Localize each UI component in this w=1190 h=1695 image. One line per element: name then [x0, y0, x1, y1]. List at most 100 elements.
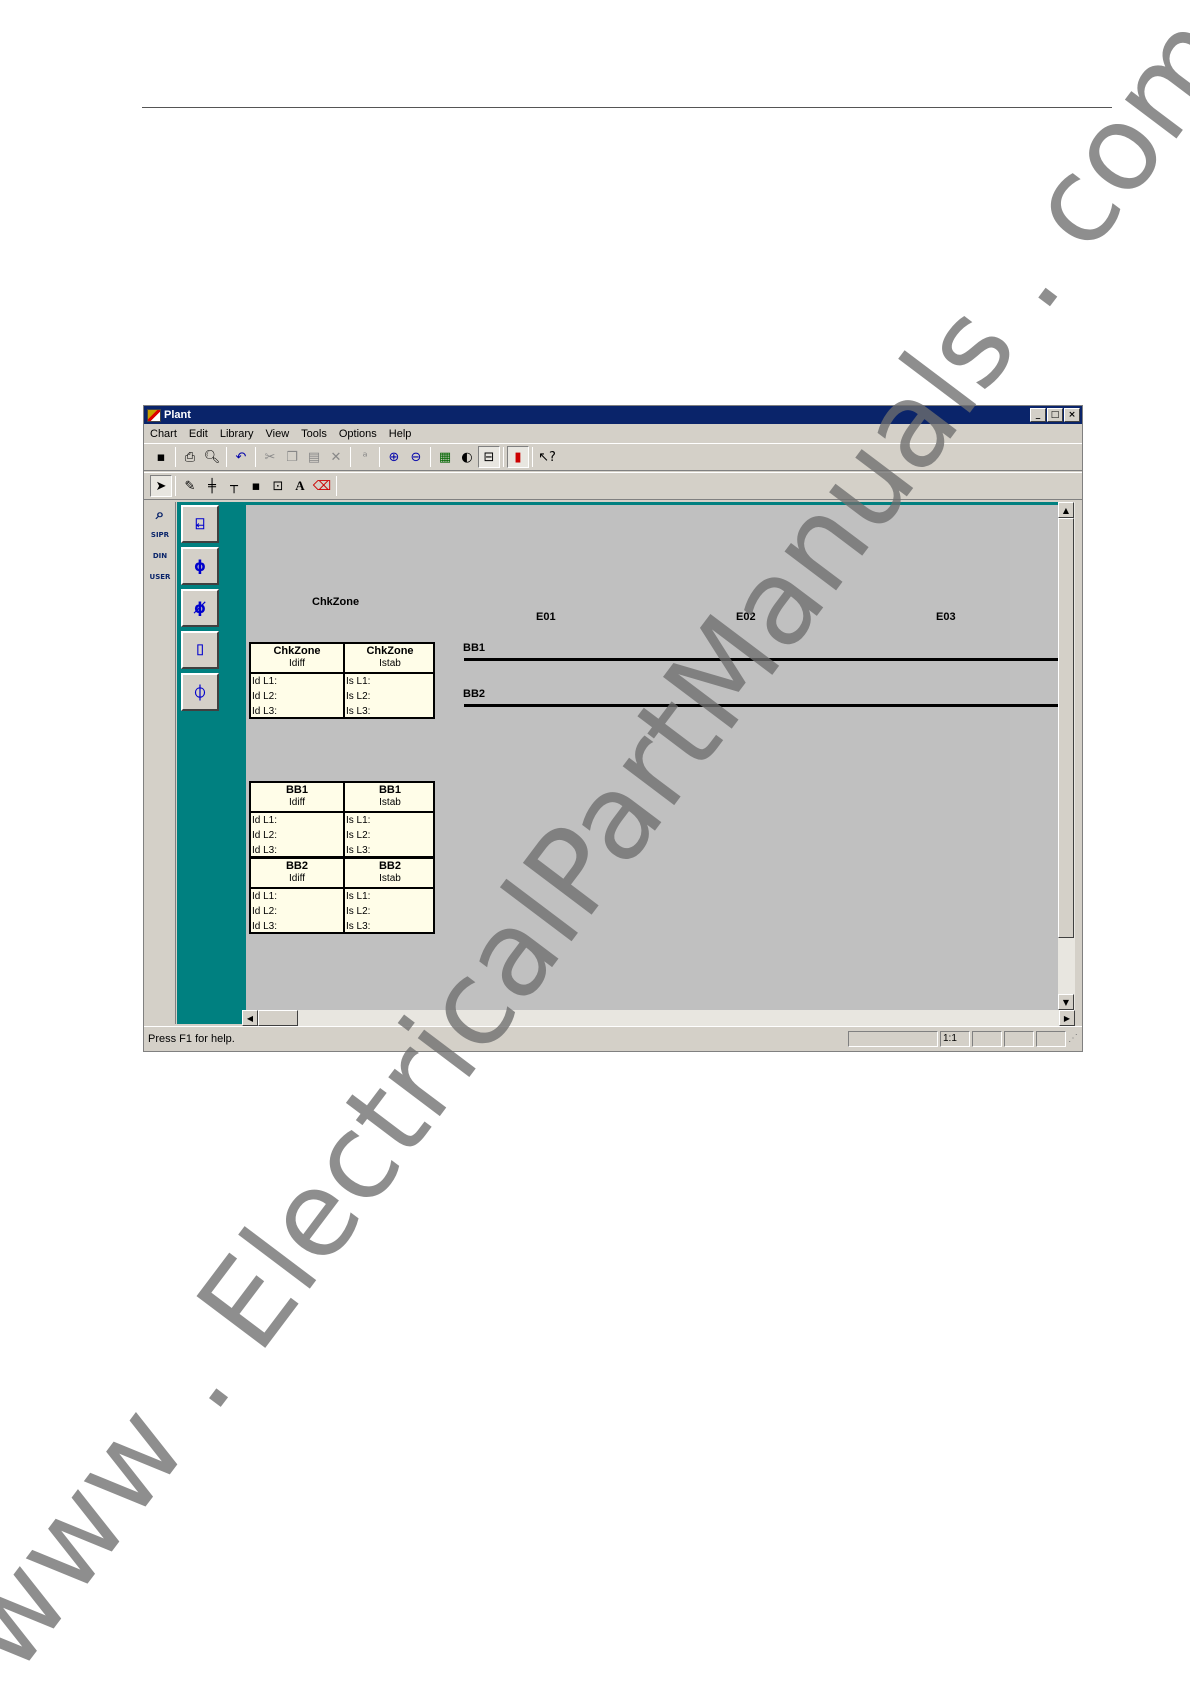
library-sipr[interactable]: SIPR [148, 526, 172, 544]
table-cell-idiff: BB1 Idiff Id L1: Id L2: Id L3: [251, 783, 343, 856]
table-row: Is L1: [346, 815, 371, 826]
table-row: Id L1: [252, 676, 278, 687]
scroll-right-icon[interactable]: ▶ [1059, 1010, 1075, 1026]
context-help-icon[interactable]: ↖? [536, 446, 558, 468]
zoom-in-icon[interactable]: ⊕ [383, 446, 405, 468]
menu-options[interactable]: Options [333, 428, 383, 440]
table-sub: Idiff [289, 658, 305, 669]
library-din[interactable]: DIN [148, 547, 172, 565]
busbar-label-bb1[interactable]: BB1 [463, 642, 485, 654]
chkzone-title: ChkZone [312, 596, 360, 608]
table-name: BB1 [378, 784, 401, 796]
table-cell-istab: BB1 Istab Is L1: Is L2: Is L3: [343, 783, 435, 856]
textbox-icon[interactable]: ⊡ [267, 475, 289, 497]
text-icon[interactable]: A [289, 475, 311, 497]
title-bar[interactable]: Plant _ □ × [144, 406, 1082, 424]
busbar-icon[interactable]: ╪ [201, 475, 223, 497]
app-icon [147, 408, 161, 422]
minimize-button[interactable]: _ [1030, 408, 1046, 422]
menu-library[interactable]: Library [214, 428, 260, 440]
standard-toolbar: ▪ ⎙ 🔍︎ ↶ ✂ ❐ ▤ ✕ ᵃ ⊕ ⊖ ▦ ◐ ⊟ ▮ ↖? [144, 443, 1082, 471]
status-pane [1004, 1030, 1034, 1047]
color-icon[interactable]: ▮ [507, 446, 529, 468]
feeder-label-e02[interactable]: E02 [736, 611, 756, 623]
undo-icon[interactable]: ↶ [230, 446, 252, 468]
table-sub: Istab [379, 873, 401, 884]
cut-icon[interactable]: ✂ [259, 446, 281, 468]
circuit-breaker-shape-icon[interactable]: ɸ [181, 547, 219, 585]
table-row: Id L2: [252, 830, 278, 841]
table-row: Is L3: [346, 921, 371, 932]
zoom-out-icon[interactable]: ⊖ [405, 446, 427, 468]
busbar-label-bb2[interactable]: BB2 [463, 688, 485, 700]
dot-icon[interactable]: ▪ [245, 475, 267, 497]
search-library-icon[interactable]: ⌕ [148, 505, 172, 523]
table-row: Id L1: [252, 815, 278, 826]
paste-icon[interactable]: ▤ [303, 446, 325, 468]
table-name: ChkZone [273, 645, 321, 657]
save-icon[interactable]: ▪ [150, 446, 172, 468]
measurement-table-bb1[interactable]: BB1 Idiff Id L1: Id L2: Id L3: BB1 Istab I… [249, 781, 435, 858]
table-row: Is L1: [346, 891, 371, 902]
menu-help[interactable]: Help [383, 428, 418, 440]
library-selector: ⌕ SIPR DIN USER [144, 502, 176, 1024]
library-user[interactable]: USER [148, 568, 172, 586]
status-bar: Press F1 for help. 1:1 ⋰ [144, 1026, 1082, 1050]
delete-icon[interactable]: ✕ [325, 446, 347, 468]
breaker-feeder-shape-icon[interactable]: ɸ̸ [181, 589, 219, 627]
copy-icon[interactable]: ❐ [281, 446, 303, 468]
feeder-label-e01[interactable]: E01 [536, 611, 556, 623]
scroll-down-icon[interactable]: ▼ [1058, 994, 1074, 1010]
pen-icon[interactable]: ✎ [179, 475, 201, 497]
table-cell-idiff: BB2 Idiff Id L1: Id L2: Id L3: [251, 859, 343, 932]
contrast-icon[interactable]: ◐ [456, 446, 478, 468]
feeder-label-e03[interactable]: E03 [936, 611, 956, 623]
plant-window: Plant _ □ × Chart Edit Library View Tool… [143, 405, 1083, 1052]
horizontal-scrollbar[interactable]: ◀ ▶ [242, 1010, 1075, 1026]
toggle-panel-icon[interactable]: ⊟ [478, 446, 500, 468]
status-zoom: 1:1 [940, 1030, 970, 1047]
measurement-table-bb2[interactable]: BB2 Idiff Id L1: Id L2: Id L3: BB2 Istab I… [249, 857, 435, 934]
busbar-bb2[interactable] [464, 704, 1058, 707]
busbar-bb1[interactable] [464, 658, 1058, 661]
table-row: Is L2: [346, 691, 371, 702]
table-sub: Istab [379, 658, 401, 669]
table-name: ChkZone [366, 645, 414, 657]
table-row: Id L2: [252, 906, 278, 917]
scroll-left-icon[interactable]: ◀ [242, 1010, 258, 1026]
print-preview-icon[interactable]: 🔍︎ [201, 446, 223, 468]
disconnector-shape-icon[interactable]: ⏀ [181, 673, 219, 711]
resize-grip-icon[interactable]: ⋰ [1068, 1033, 1082, 1044]
current-transformer-shape-icon[interactable]: ⌷ [181, 631, 219, 669]
vertical-scrollbar[interactable]: ▲ ▼ [1058, 502, 1075, 1010]
measurement-table-chkzone[interactable]: ChkZone Idiff Id L1: Id L2: Id L3: ChkZon… [249, 642, 435, 719]
menu-edit[interactable]: Edit [183, 428, 214, 440]
vertical-scroll-thumb[interactable] [1058, 518, 1074, 938]
format-icon[interactable]: ᵃ [354, 446, 376, 468]
eraser-icon[interactable]: ⌫ [311, 475, 333, 497]
table-cell-idiff: ChkZone Idiff Id L1: Id L2: Id L3: [251, 644, 343, 717]
table-sub: Istab [379, 797, 401, 808]
table-name: BB1 [285, 784, 308, 796]
horizontal-scroll-thumb[interactable] [258, 1010, 298, 1026]
table-row: Is L1: [346, 676, 371, 687]
maximize-button[interactable]: □ [1047, 408, 1063, 422]
scroll-up-icon[interactable]: ▲ [1058, 502, 1074, 518]
table-row: Is L3: [346, 845, 371, 856]
grid-icon[interactable]: ▦ [434, 446, 456, 468]
print-icon[interactable]: ⎙ [179, 446, 201, 468]
menu-tools[interactable]: Tools [295, 428, 333, 440]
plant-canvas[interactable]: ChkZone E01 E02 E03 BB1 BB2 ChkZone Idiff… [242, 502, 1058, 1010]
table-name: BB2 [378, 860, 401, 872]
table-cell-istab: BB2 Istab Is L1: Is L2: Is L3: [343, 859, 435, 932]
feeder-icon[interactable]: ┬ [223, 475, 245, 497]
table-row: Is L3: [346, 706, 371, 717]
isolator-shape-icon[interactable]: ⍇ [181, 505, 219, 543]
status-pane [848, 1030, 938, 1047]
menu-chart[interactable]: Chart [144, 428, 183, 440]
status-help-text: Press F1 for help. [148, 1032, 235, 1045]
menu-view[interactable]: View [260, 428, 296, 440]
close-button[interactable]: × [1064, 408, 1080, 422]
pointer-icon[interactable]: ➤ [150, 475, 172, 497]
table-row: Is L2: [346, 830, 371, 841]
